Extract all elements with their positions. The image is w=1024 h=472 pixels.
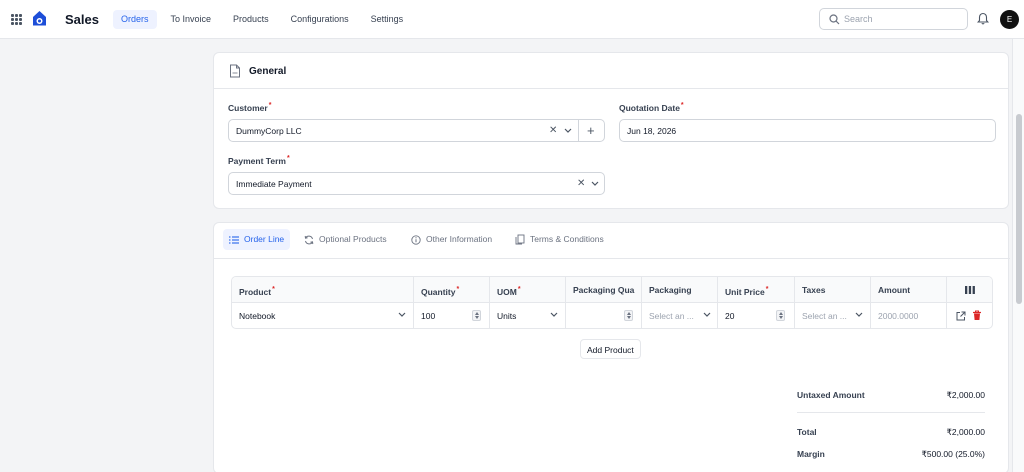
untaxed-amount-value: ₹2,000.00 (946, 390, 986, 400)
quotation-date-label: Quotation Date* (619, 102, 684, 113)
user-avatar[interactable]: E (1000, 10, 1019, 29)
nav-products[interactable]: Products (225, 10, 277, 29)
taxes-cell[interactable]: Select an ... (795, 303, 871, 328)
table-row: Notebook 100 Units Select an ... 20 Sele… (232, 303, 992, 328)
list-icon (229, 235, 239, 244)
packaging-cell[interactable]: Select an ... (642, 303, 718, 328)
column-header-product: Product* (232, 277, 414, 303)
copy-document-icon (515, 234, 525, 245)
general-card: General Customer* DummyCorp LLC ✕ + Quot… (213, 52, 1009, 209)
add-customer-icon[interactable]: + (587, 123, 595, 138)
margin-row: Margin ₹500.00 (25.0%) (797, 449, 985, 463)
add-product-button[interactable]: Add Product (580, 339, 641, 359)
column-header-uom: UOM* (490, 277, 566, 303)
column-settings[interactable] (947, 277, 992, 303)
general-card-header: General (214, 53, 1008, 89)
document-icon (230, 64, 240, 78)
order-lines-card: Order Line Optional Products Other Infor… (213, 222, 1010, 472)
column-header-amount: Amount (871, 277, 947, 303)
nav-orders[interactable]: Orders (113, 10, 157, 29)
refresh-icon (304, 235, 314, 244)
tab-order-line[interactable]: Order Line (223, 229, 291, 250)
order-tabs: Order Line Optional Products Other Infor… (214, 223, 1010, 259)
tab-terms-conditions[interactable]: Terms & Conditions (509, 229, 610, 250)
quotation-date-field[interactable]: Jun 18, 2026 (619, 119, 996, 142)
search-icon (829, 14, 840, 25)
margin-label: Margin (797, 449, 825, 459)
column-header-packaging: Packaging (642, 277, 718, 303)
uom-cell[interactable]: Units (490, 303, 566, 328)
general-title: General (249, 66, 287, 77)
customer-value: DummyCorp LLC (236, 126, 302, 136)
chevron-down-icon[interactable] (564, 128, 572, 134)
quantity-stepper[interactable] (472, 310, 481, 321)
total-value: ₹2,000.00 (946, 427, 986, 437)
untaxed-amount-label: Untaxed Amount (797, 390, 865, 400)
margin-value: ₹500.00 (25.0%) (921, 449, 985, 459)
table-header: Product* Quantity* UOM* Packaging Qua Pa… (232, 277, 992, 303)
info-icon (411, 234, 421, 245)
nav-to-invoice[interactable]: To Invoice (163, 10, 220, 29)
clear-icon[interactable]: ✕ (577, 178, 585, 189)
total-label: Total (797, 427, 817, 437)
quotation-date-value: Jun 18, 2026 (627, 126, 677, 136)
chevron-down-icon[interactable] (703, 312, 711, 318)
quantity-cell[interactable]: 100 (414, 303, 490, 328)
chevron-down-icon[interactable] (591, 181, 599, 187)
main-nav: Orders To Invoice Products Configuration… (113, 10, 411, 29)
total-row: Total ₹2,000.00 (797, 427, 985, 441)
bell-icon[interactable] (977, 12, 989, 25)
column-header-quantity: Quantity* (414, 277, 490, 303)
chevron-down-icon[interactable] (855, 312, 863, 318)
nav-configurations[interactable]: Configurations (283, 10, 357, 29)
columns-icon[interactable] (965, 286, 975, 294)
scrollbar[interactable] (1012, 39, 1024, 472)
nav-settings[interactable]: Settings (363, 10, 412, 29)
search-box (819, 8, 968, 30)
column-header-unit-price: Unit Price* (718, 277, 795, 303)
scrollbar-thumb[interactable] (1016, 114, 1022, 304)
clear-icon[interactable]: ✕ (549, 125, 557, 136)
apps-grid-icon[interactable] (11, 14, 22, 25)
unit-price-stepper[interactable] (776, 310, 785, 321)
packaging-qty-cell[interactable] (566, 303, 642, 328)
top-bar: Sales Orders To Invoice Products Configu… (0, 0, 1024, 39)
order-lines-table: Product* Quantity* UOM* Packaging Qua Pa… (231, 276, 993, 329)
app-title: Sales (65, 12, 99, 27)
payment-term-value: Immediate Payment (236, 179, 312, 189)
delete-icon[interactable] (972, 310, 982, 321)
tab-optional-products[interactable]: Optional Products (298, 229, 393, 250)
untaxed-amount-row: Untaxed Amount ₹2,000.00 (797, 390, 985, 404)
sales-logo-icon (33, 11, 46, 26)
chevron-down-icon[interactable] (398, 312, 406, 318)
chevron-down-icon[interactable] (550, 312, 558, 318)
customer-label: Customer* (228, 102, 272, 113)
product-cell[interactable]: Notebook (232, 303, 414, 328)
amount-cell: 2000.0000 (871, 303, 947, 328)
payment-term-label: Payment Term* (228, 155, 290, 166)
tab-other-information[interactable]: Other Information (405, 229, 498, 250)
unit-price-cell[interactable]: 20 (718, 303, 795, 328)
customer-select[interactable]: DummyCorp LLC ✕ + (228, 119, 605, 142)
open-external-icon[interactable] (956, 311, 966, 321)
payment-term-select[interactable]: Immediate Payment ✕ (228, 172, 605, 195)
column-header-taxes: Taxes (795, 277, 871, 303)
totals-divider (797, 412, 985, 413)
row-actions (947, 303, 992, 328)
search-input[interactable] (844, 12, 964, 26)
packaging-qty-stepper[interactable] (624, 310, 633, 321)
column-header-packaging-qty: Packaging Qua (566, 277, 642, 303)
